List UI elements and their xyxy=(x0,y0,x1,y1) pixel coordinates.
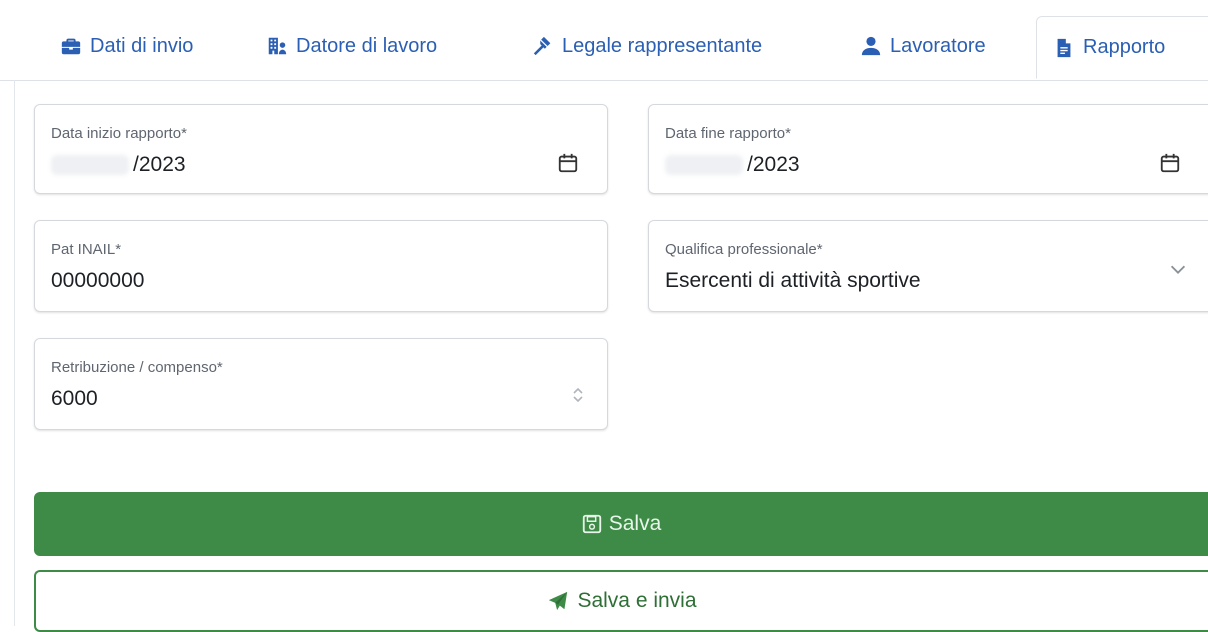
user-icon xyxy=(860,35,882,57)
pat-inail-label: Pat INAIL* xyxy=(51,241,122,258)
redacted-blur xyxy=(51,155,129,176)
start-date-value[interactable]: /2023 xyxy=(51,153,186,177)
start-date-field[interactable]: Data inizio rapporto* /2023 xyxy=(34,104,608,194)
tab-dati-di-invio[interactable]: Dati di invio xyxy=(60,24,193,68)
chevron-down-icon[interactable] xyxy=(1167,257,1186,281)
qualifica-select[interactable]: Qualifica professionale* Esercenti di at… xyxy=(648,220,1208,312)
end-date-field[interactable]: Data fine rapporto* /2023 xyxy=(648,104,1208,194)
pat-inail-field[interactable]: Pat INAIL* 00000000 xyxy=(34,220,608,312)
retribuzione-input[interactable]: 6000 xyxy=(51,387,98,411)
tab-legale-rappresentante[interactable]: Legale rappresentante xyxy=(532,24,762,68)
qualifica-value: Esercenti di attività sportive xyxy=(665,269,921,292)
save-button[interactable]: Salva xyxy=(34,492,1208,556)
tab-label: Legale rappresentante xyxy=(562,34,763,57)
paper-plane-icon xyxy=(547,590,569,612)
gavel-icon xyxy=(532,35,554,57)
tab-label: Rapporto xyxy=(1083,36,1166,58)
calendar-icon[interactable] xyxy=(557,151,579,175)
save-and-send-button[interactable]: Salva e invia xyxy=(34,570,1208,632)
tab-lavoratore[interactable]: Lavoratore xyxy=(860,24,986,68)
tab-rapporto[interactable]: Rapporto xyxy=(1036,16,1208,79)
briefcase-icon xyxy=(60,35,82,57)
save-and-send-label: Salva e invia xyxy=(577,589,697,612)
tab-bar: Dati di invio Datore di lavoro Legale ra… xyxy=(0,0,1208,81)
tab-datore-di-lavoro[interactable]: Datore di lavoro xyxy=(266,24,437,68)
tab-content-border xyxy=(14,80,15,626)
end-date-label: Data fine rapporto* xyxy=(665,125,791,142)
pat-inail-input[interactable]: 00000000 xyxy=(51,269,144,293)
end-date-value[interactable]: /2023 xyxy=(665,153,800,177)
building-user-icon xyxy=(266,35,288,57)
tab-label: Lavoratore xyxy=(890,34,986,57)
retribuzione-label: Retribuzione / compenso* xyxy=(51,359,223,376)
floppy-disk-icon xyxy=(581,513,603,535)
redacted-blur xyxy=(665,155,743,176)
tab-label: Dati di invio xyxy=(90,34,194,57)
save-button-label: Salva xyxy=(608,512,662,535)
tab-label: Datore di lavoro xyxy=(296,34,438,57)
calendar-icon[interactable] xyxy=(1159,151,1181,175)
file-icon xyxy=(1053,37,1075,59)
retribuzione-field[interactable]: Retribuzione / compenso* 6000 xyxy=(34,338,608,430)
qualifica-label: Qualifica professionale* xyxy=(665,241,823,258)
start-date-label: Data inizio rapporto* xyxy=(51,125,187,142)
number-spinner-icon[interactable] xyxy=(567,383,583,407)
